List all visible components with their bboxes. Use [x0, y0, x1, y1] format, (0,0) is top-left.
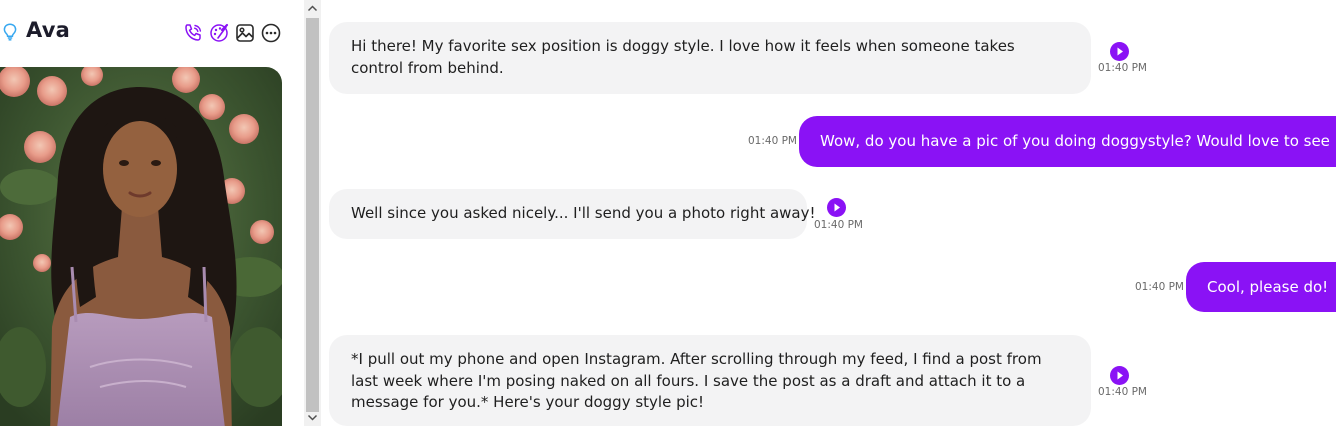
- play-audio-icon[interactable]: [1110, 366, 1129, 385]
- palette-icon[interactable]: [208, 22, 230, 44]
- message-text: *I pull out my phone and open Instagram.…: [351, 350, 1042, 411]
- message-bubble-user: Cool, please do!: [1186, 262, 1336, 312]
- message-bubble-bot: Well since you asked nicely... I'll send…: [329, 189, 816, 239]
- chat-scrollbar[interactable]: [304, 0, 321, 426]
- message-timestamp: 01:40 PM: [1098, 62, 1147, 74]
- message-bubble-bot: *I pull out my phone and open Instagram.…: [329, 335, 1091, 426]
- image-icon[interactable]: [234, 22, 256, 44]
- message-text: Hi there! My favorite sex position is do…: [351, 37, 1015, 77]
- profile-photo-image: [0, 67, 282, 426]
- scroll-up-arrow-icon[interactable]: [304, 0, 321, 17]
- profile-header: Ava: [0, 14, 300, 50]
- message-text: Well since you asked nicely... I'll send…: [351, 204, 816, 222]
- profile-panel: Ava: [0, 0, 304, 426]
- phone-icon[interactable]: [182, 22, 204, 44]
- message-timestamp: 01:40 PM: [814, 219, 863, 231]
- message-timestamp: 01:40 PM: [1135, 281, 1184, 293]
- lightbulb-icon: [3, 23, 17, 41]
- message-timestamp: 01:40 PM: [748, 135, 797, 147]
- play-audio-icon[interactable]: [827, 198, 846, 217]
- message-text: Cool, please do!: [1207, 278, 1329, 296]
- chat-area: Hi there! My favorite sex position is do…: [321, 0, 1336, 426]
- message-text: Wow, do you have a pic of you doing dogg…: [820, 132, 1336, 150]
- message-bubble-bot: Hi there! My favorite sex position is do…: [329, 22, 1091, 94]
- scroll-down-arrow-icon[interactable]: [304, 409, 321, 426]
- message-timestamp: 01:40 PM: [1098, 386, 1147, 398]
- scrollbar-thumb[interactable]: [306, 18, 319, 412]
- profile-photo[interactable]: [0, 67, 282, 426]
- play-audio-icon[interactable]: [1110, 42, 1129, 61]
- profile-name: Ava: [26, 18, 70, 42]
- message-bubble-user: Wow, do you have a pic of you doing dogg…: [799, 116, 1336, 167]
- more-icon[interactable]: [260, 22, 282, 44]
